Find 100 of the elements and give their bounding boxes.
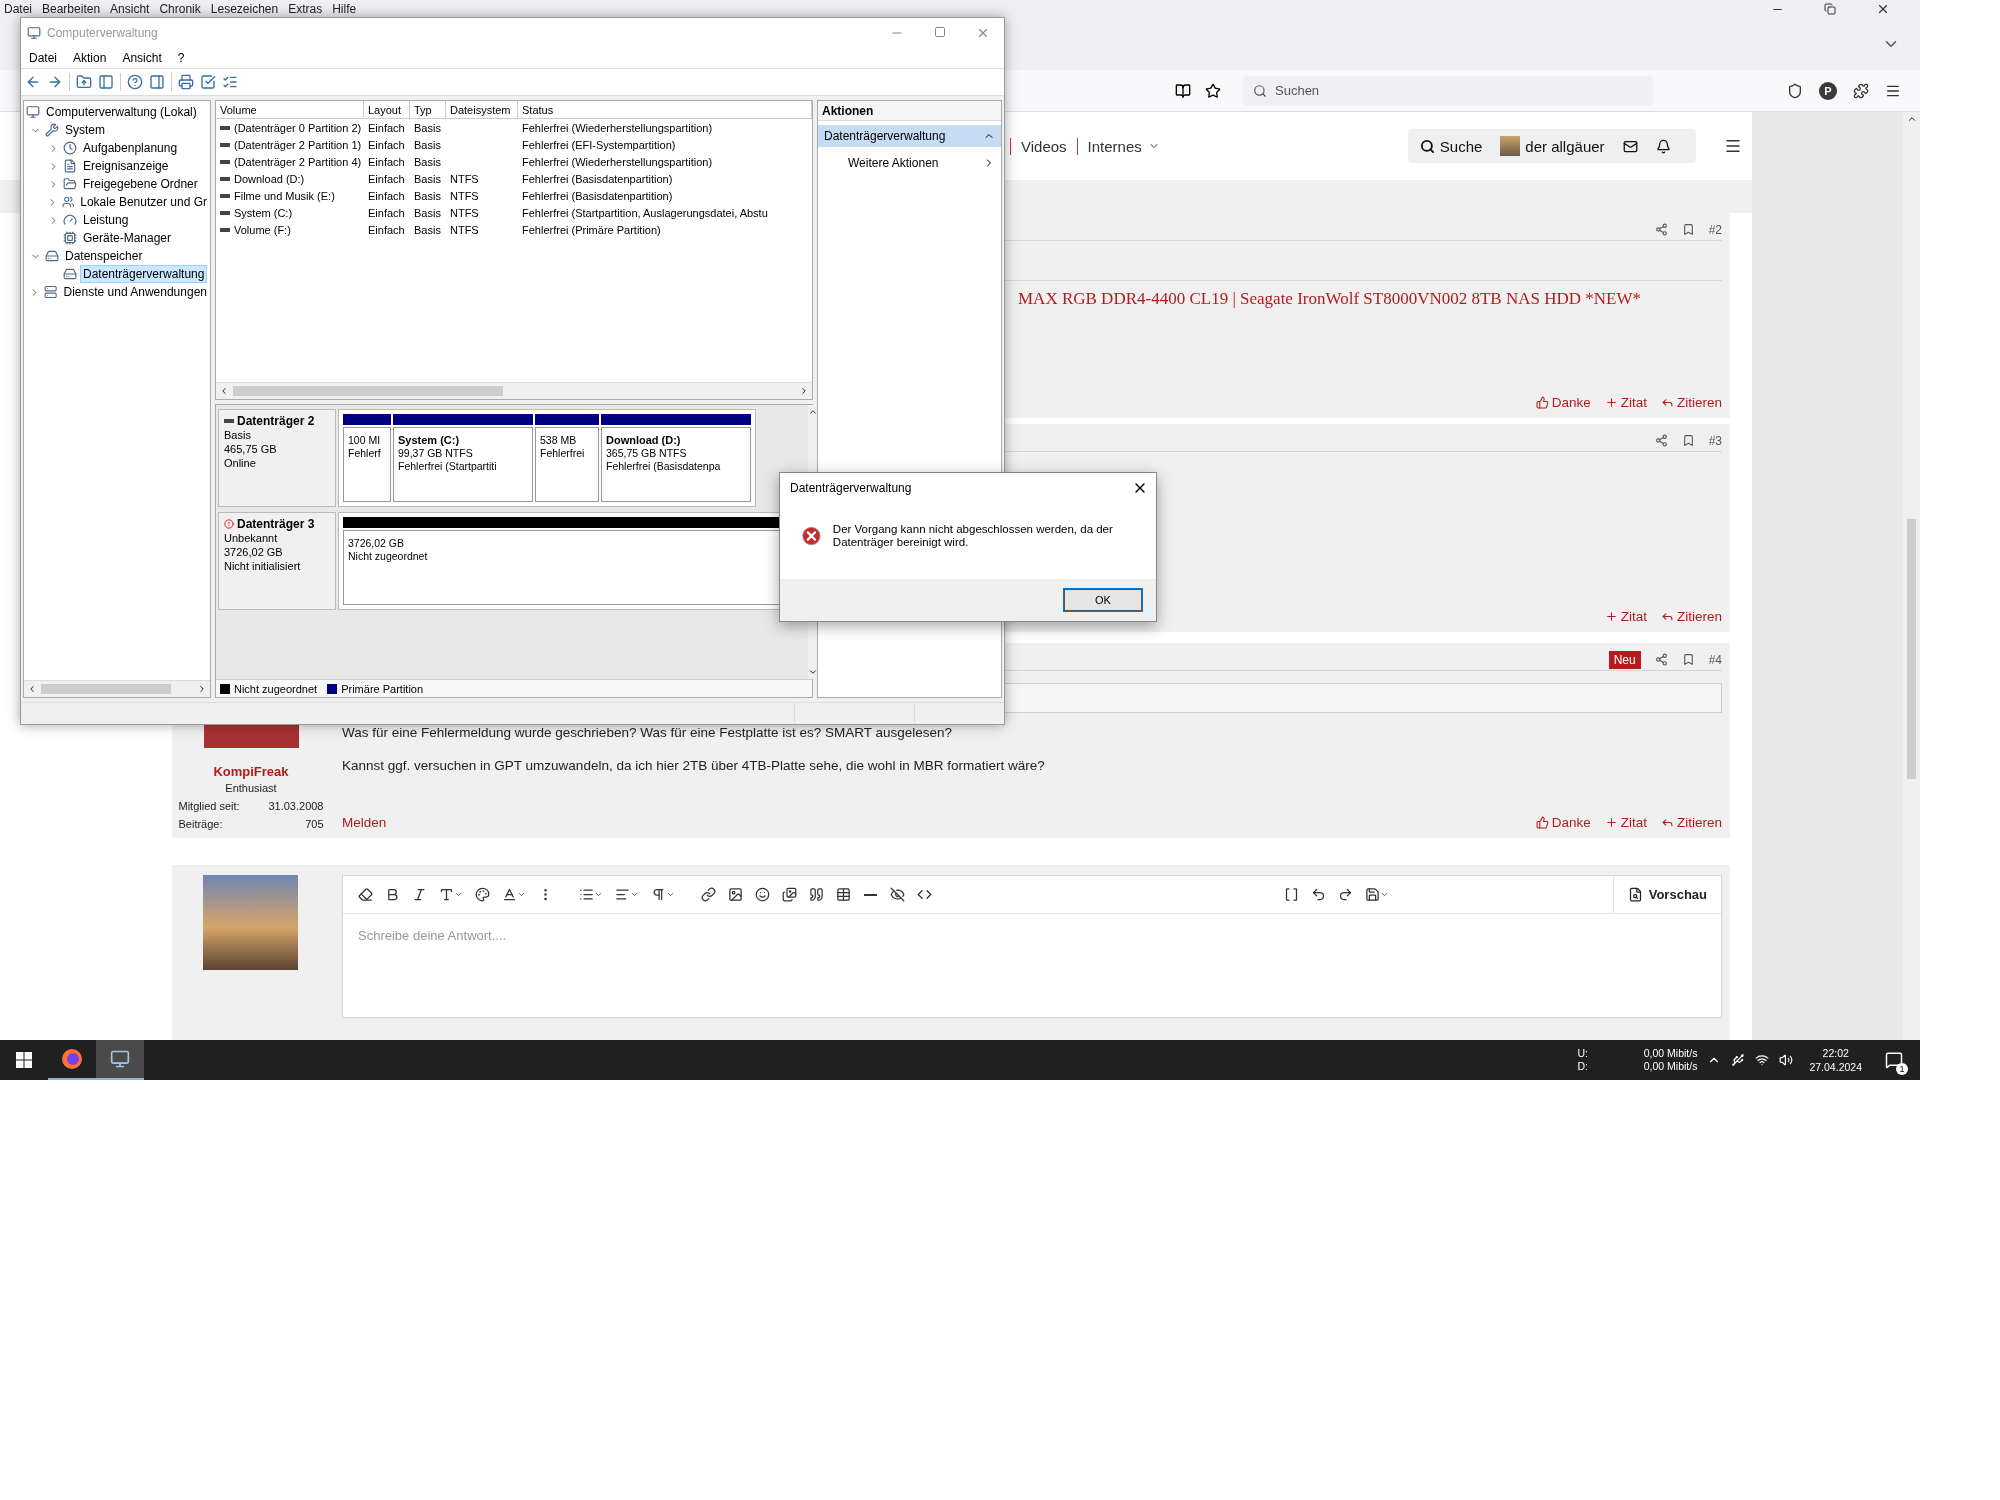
share-icon[interactable] <box>1654 653 1668 666</box>
bookmark-icon[interactable] <box>1681 434 1695 447</box>
taskbar-app[interactable] <box>96 1040 144 1080</box>
clock[interactable]: 22:02 27.04.2024 <box>1803 1046 1868 1074</box>
panel-icon[interactable] <box>149 74 165 90</box>
post-action-link[interactable]: Zitieren <box>1661 609 1722 624</box>
author-name[interactable]: KompiFreak <box>213 764 289 779</box>
tree-item[interactable]: Datenspeicher <box>62 247 146 265</box>
back-icon[interactable] <box>25 74 41 90</box>
nav-link[interactable]: Internes <box>1076 137 1170 155</box>
partition[interactable]: 538 MB Fehlerfrei <box>535 427 599 502</box>
menu-item[interactable]: Datei <box>29 51 57 65</box>
forward-icon[interactable] <box>47 74 63 90</box>
column-header[interactable]: Typ <box>410 101 446 119</box>
profile-avatar[interactable]: P <box>1819 81 1837 100</box>
partition[interactable]: 100 MI Fehlerf <box>343 427 391 502</box>
link-button[interactable] <box>698 885 719 904</box>
network-icon[interactable] <box>1755 1053 1770 1067</box>
partition[interactable]: System (C:) 99,37 GB NTFS Fehlerfrei (Startpartiti <box>393 427 533 502</box>
tree-item[interactable]: Freigegebene Ordner <box>80 175 201 193</box>
horizontal-scrollbar[interactable] <box>24 680 210 697</box>
action-item[interactable]: Weitere Aktionen <box>818 151 1001 175</box>
user-link[interactable]: der allgäuer <box>1500 136 1605 156</box>
post-number[interactable]: #4 <box>1708 652 1722 667</box>
printer-icon[interactable] <box>178 74 194 90</box>
help-icon[interactable] <box>127 74 143 90</box>
reader-view-icon[interactable] <box>1175 82 1191 99</box>
volume-icon[interactable] <box>1779 1053 1794 1067</box>
tree-item[interactable]: Ereignisanzeige <box>80 157 172 175</box>
panel-icon[interactable] <box>98 74 114 90</box>
partition[interactable]: Download (D:) 365,75 GB NTFS Fehlerfrei (Basisdatenpa <box>601 427 751 502</box>
scroll-thumb[interactable] <box>1907 519 1916 779</box>
bookmark-icon[interactable] <box>1681 223 1695 236</box>
table-cell: NTFS <box>450 206 479 219</box>
scroll-right-icon[interactable] <box>799 386 809 396</box>
horizontal-scrollbar[interactable] <box>216 382 812 399</box>
menu-icon[interactable] <box>1723 137 1742 155</box>
menu-item[interactable]: Datei <box>4 2 32 16</box>
usb-icon[interactable] <box>1731 1053 1746 1067</box>
menu-item[interactable]: Ansicht <box>110 2 150 16</box>
ok-button[interactable]: OK <box>1064 589 1142 611</box>
tree-item[interactable]: Aufgabenplanung <box>80 139 181 157</box>
tree-item[interactable]: Lokale Benutzer und Gr <box>77 193 210 211</box>
action-item[interactable]: Datenträgerverwaltung <box>818 125 1001 147</box>
post-action-link[interactable]: Danke <box>1535 815 1591 830</box>
menu-item[interactable]: Hilfe <box>332 2 357 16</box>
tree-item[interactable]: Dienste und Anwendungen <box>60 283 210 301</box>
search-field[interactable]: Suchen <box>1243 75 1653 106</box>
menu-item[interactable]: Ansicht <box>122 51 162 65</box>
menu-item[interactable]: Bearbeiten <box>42 2 101 16</box>
tree-item[interactable]: Datenträgerverwaltung <box>80 265 208 283</box>
column-header[interactable]: Layout <box>364 101 410 119</box>
scroll-up-icon[interactable] <box>808 407 818 417</box>
preview-button[interactable]: Vorschau <box>1612 876 1721 913</box>
table-cell: NTFS <box>450 189 479 202</box>
search-button[interactable]: Suche <box>1419 137 1483 155</box>
notification-button[interactable]: 1 <box>1878 1043 1910 1077</box>
post-action-link[interactable]: Zitieren <box>1661 815 1722 830</box>
share-icon[interactable] <box>1654 223 1668 236</box>
list-icon[interactable] <box>222 74 238 90</box>
palette-icon <box>475 887 490 902</box>
report-link[interactable]: Melden <box>342 815 387 830</box>
nav-link[interactable]: Videos <box>1010 137 1077 155</box>
scroll-up-icon[interactable] <box>1906 114 1917 124</box>
post-number[interactable]: #3 <box>1708 433 1722 448</box>
vertical-scrollbar[interactable] <box>1903 112 1920 1040</box>
extensions-icon[interactable] <box>1853 82 1869 99</box>
bookmark-icon[interactable] <box>1681 653 1695 666</box>
restore-icon[interactable] <box>1824 3 1836 15</box>
reply-editor[interactable]: Vorschau Schreibe deine Antwort.... <box>342 875 1722 1018</box>
scroll-left-icon[interactable] <box>27 684 37 694</box>
tree-item[interactable]: System <box>62 121 108 139</box>
post-action-link[interactable]: Zitat <box>1604 395 1647 410</box>
post-number[interactable]: #2 <box>1708 222 1722 237</box>
column-header[interactable]: Volume <box>216 101 364 119</box>
menu-item[interactable]: Extras <box>288 2 323 16</box>
column-header[interactable]: Status <box>518 101 812 119</box>
share-icon[interactable] <box>1654 434 1668 447</box>
checkbox-icon[interactable] <box>200 74 216 90</box>
menu-item[interactable]: Lesezeichen <box>210 2 279 16</box>
menu-item[interactable]: Chronik <box>159 2 201 16</box>
bell-icon[interactable] <box>1655 138 1671 154</box>
folder-up-icon[interactable] <box>76 74 92 90</box>
column-header[interactable]: Dateisystem <box>446 101 518 119</box>
close-icon[interactable] <box>1876 2 1890 16</box>
scroll-right-icon[interactable] <box>197 684 207 694</box>
menu-item[interactable]: ? <box>177 51 185 65</box>
mail-icon[interactable] <box>1622 138 1638 154</box>
scroll-down-icon[interactable] <box>808 667 818 677</box>
scroll-left-icon[interactable] <box>219 386 229 396</box>
post-action-link[interactable]: Zitat <box>1604 815 1647 830</box>
post-action-link[interactable]: Danke <box>1535 395 1591 410</box>
tree-item[interactable]: Computerverwaltung (Lokal) <box>43 103 200 121</box>
tree-item[interactable]: Leistung <box>80 211 132 229</box>
menu-item[interactable]: Aktion <box>73 51 107 65</box>
star-icon[interactable] <box>1205 82 1221 99</box>
tree-item[interactable]: Geräte-Manager <box>80 229 175 247</box>
post-action-link[interactable]: Zitat <box>1604 609 1647 624</box>
post-action-link[interactable]: Zitieren <box>1661 395 1722 410</box>
maximize-icon[interactable] <box>934 26 946 38</box>
